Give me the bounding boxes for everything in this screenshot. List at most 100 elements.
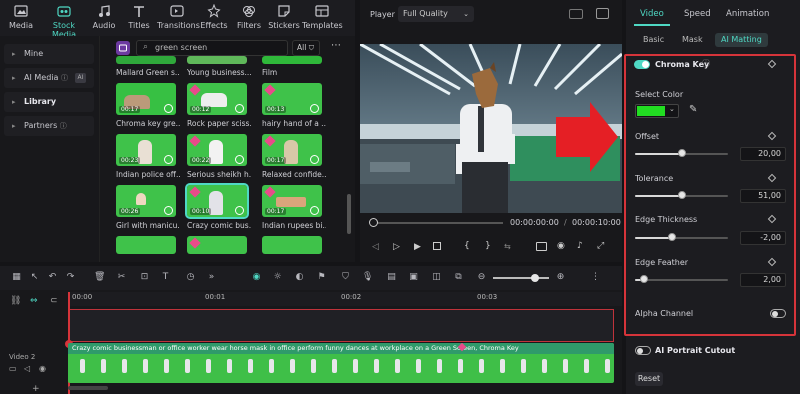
transitions-tab[interactable]: Transitions xyxy=(157,4,200,30)
grid-settings-icon[interactable]: ⋮ xyxy=(590,272,601,283)
crop-icon[interactable]: ⊡ xyxy=(139,272,150,283)
previous-frame-icon[interactable]: ◁ xyxy=(372,242,379,252)
camera-snapshot-icon[interactable]: ◉ xyxy=(557,241,565,251)
mark-in-icon[interactable]: { xyxy=(464,241,470,251)
sun-icon[interactable]: ☼ xyxy=(272,272,283,283)
playhead-knob[interactable] xyxy=(369,218,378,227)
snapshot-image-icon[interactable] xyxy=(596,8,609,19)
eye-icon[interactable]: ◉ xyxy=(39,364,46,373)
timer-icon[interactable]: ◷ xyxy=(185,272,196,283)
add-track-icon[interactable]: + xyxy=(32,384,40,394)
video-clip[interactable]: Crazy comic businessman or office worker… xyxy=(68,343,614,383)
playback-progress-track[interactable] xyxy=(373,222,503,224)
cut-icon[interactable]: ✂ xyxy=(116,272,127,283)
media-thumb[interactable]: 00:23 xyxy=(116,134,176,166)
tab-speed[interactable]: Speed xyxy=(684,9,711,19)
download-icon[interactable] xyxy=(164,104,173,113)
marker-flag-icon[interactable]: ⚑ xyxy=(316,272,327,283)
media-thumb[interactable]: 00:26 xyxy=(116,185,176,217)
media-thumb[interactable]: 00:22 xyxy=(187,134,247,166)
subtab-ai-matting[interactable]: AI Matting xyxy=(715,33,768,47)
subtab-basic[interactable]: Basic xyxy=(637,33,670,47)
ai-portrait-toggle[interactable] xyxy=(635,346,651,355)
reset-button[interactable]: Reset xyxy=(635,372,663,386)
play-pause-icon[interactable]: ▷ xyxy=(393,242,400,252)
media-thumb[interactable]: 00:17 xyxy=(262,134,322,166)
sidebar-item-mine[interactable]: ▸ Mine xyxy=(4,44,94,64)
media-thumb[interactable]: 00:12 xyxy=(187,83,247,115)
volume-icon[interactable]: ♪ xyxy=(577,241,583,251)
stop-icon[interactable] xyxy=(433,242,441,250)
thumb[interactable] xyxy=(116,56,176,64)
link-icon[interactable]: ⛓ xyxy=(10,296,21,306)
play-icon[interactable]: ▶ xyxy=(414,242,421,252)
ai-image-icon[interactable] xyxy=(116,41,130,55)
thumb[interactable] xyxy=(262,56,322,64)
zoom-in-icon[interactable]: ⊕ xyxy=(555,272,566,283)
empty-track-drop-zone[interactable] xyxy=(68,309,614,342)
sidebar-item-partners[interactable]: ▸ Partners ⓘ xyxy=(4,116,94,136)
filter-dropdown[interactable]: All ⛉ xyxy=(292,40,320,56)
pip-icon[interactable]: ⧉ xyxy=(453,272,464,283)
download-icon[interactable] xyxy=(164,155,173,164)
stock-media-tab[interactable]: Stock Media xyxy=(42,4,86,39)
snap-icon[interactable]: ⊂ xyxy=(50,296,58,306)
effects-tab[interactable]: Effects xyxy=(197,4,231,30)
grid-view-icon[interactable] xyxy=(569,9,583,19)
templates-tab[interactable]: Templates xyxy=(302,4,343,30)
thumb[interactable] xyxy=(187,56,247,64)
sticker-icon[interactable]: ◐ xyxy=(294,272,305,283)
media-thumb[interactable]: 00:17 xyxy=(116,83,176,115)
zoom-out-icon[interactable]: ⊖ xyxy=(476,272,487,283)
download-icon[interactable] xyxy=(235,206,244,215)
track-link-icon[interactable]: ⇔ xyxy=(30,296,38,306)
horizontal-scrollbar[interactable] xyxy=(68,386,108,390)
stickers-tab[interactable]: Stickers xyxy=(267,4,301,30)
zoom-slider-knob[interactable] xyxy=(531,274,539,282)
download-icon[interactable] xyxy=(310,206,319,215)
titles-tab[interactable]: Titles xyxy=(122,4,156,30)
mark-out-icon[interactable]: } xyxy=(485,241,491,251)
text-icon[interactable]: T xyxy=(160,272,171,283)
audio-tab[interactable]: Audio xyxy=(87,4,121,30)
marker-icon[interactable]: ⇆ xyxy=(504,242,511,251)
fullscreen-icon[interactable]: ⤢ xyxy=(597,241,604,251)
media-thumb-selected[interactable]: 00:10 xyxy=(185,183,249,219)
download-icon[interactable] xyxy=(310,155,319,164)
media-thumb[interactable]: 00:17 xyxy=(262,185,322,217)
media-thumb[interactable] xyxy=(262,236,322,254)
download-icon[interactable] xyxy=(235,155,244,164)
zoom-slider[interactable] xyxy=(493,277,549,279)
undo-icon[interactable]: ↶ xyxy=(47,272,58,283)
download-icon[interactable] xyxy=(310,104,319,113)
sidebar-item-ai-media[interactable]: ▸ AI Media ⓘ AI xyxy=(4,68,94,88)
scrollbar[interactable] xyxy=(347,194,351,234)
media-thumb[interactable] xyxy=(116,236,176,254)
delete-icon[interactable]: 🗑 xyxy=(94,272,105,283)
more-options-icon[interactable]: ⋯ xyxy=(331,40,341,51)
media-thumb[interactable] xyxy=(187,236,247,254)
search-input[interactable]: green screen xyxy=(155,43,207,52)
display-monitor-icon[interactable] xyxy=(536,242,547,251)
download-icon[interactable] xyxy=(235,104,244,113)
folder-icon[interactable]: ▭ xyxy=(9,364,17,373)
media-tab[interactable]: Media xyxy=(4,4,38,30)
download-icon[interactable] xyxy=(164,206,173,215)
shield-icon[interactable]: ⛉ xyxy=(340,272,351,283)
tab-video[interactable]: Video xyxy=(640,9,664,19)
sidebar-item-library[interactable]: ▸ Library xyxy=(4,92,94,112)
more-tools-icon[interactable]: » xyxy=(206,272,217,283)
tab-animation[interactable]: Animation xyxy=(726,9,769,19)
search-box[interactable]: ⌕ green screen xyxy=(136,40,288,56)
mic-icon[interactable]: 🎙 xyxy=(362,272,373,283)
quality-dropdown[interactable]: Full Quality ⌄ xyxy=(398,6,474,22)
ai-tool-icon[interactable]: ◉ xyxy=(251,272,262,283)
redo-icon[interactable]: ↷ xyxy=(65,272,76,283)
media-thumb[interactable]: 00:13 xyxy=(262,83,322,115)
layers-icon[interactable]: ▤ xyxy=(386,272,397,283)
video-preview[interactable] xyxy=(360,44,622,213)
image-icon[interactable]: ▣ xyxy=(408,272,419,283)
select-tool-icon[interactable]: ↖ xyxy=(29,272,40,283)
layout-grid-icon[interactable]: ▦ xyxy=(11,272,22,283)
subtab-mask[interactable]: Mask xyxy=(676,33,709,47)
